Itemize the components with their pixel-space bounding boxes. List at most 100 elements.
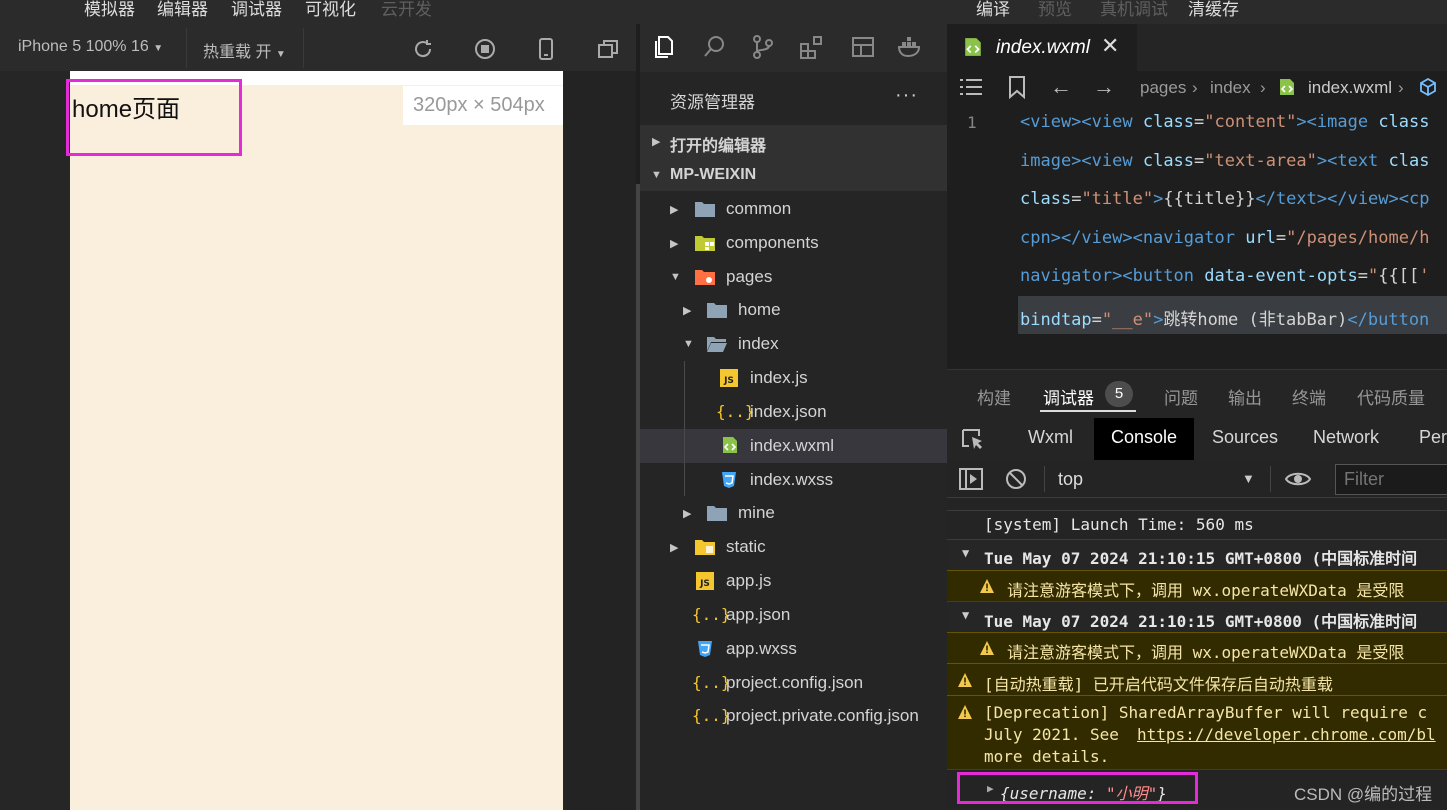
active-tab-indicator — [1040, 410, 1136, 412]
tab-network[interactable]: Network — [1313, 427, 1379, 448]
chevron-down-icon: ▼ — [670, 271, 681, 283]
explorer-files-icon[interactable] — [652, 34, 678, 60]
back-arrow-icon[interactable]: ← — [1050, 74, 1072, 100]
tab-code-quality[interactable]: 代码质量 — [1357, 384, 1425, 409]
device-select-label: iPhone 5 100% 16 — [18, 38, 149, 55]
refresh-icon[interactable] — [411, 37, 435, 61]
folder-open-icon — [707, 337, 727, 352]
chevron-right-icon: ▶ — [683, 305, 692, 317]
console-message: July 2021. See — [984, 725, 1119, 744]
viewport-size-label: 320px × 504px — [403, 86, 563, 125]
console-message: 请注意游客模式下，调用 wx.operateWXData 是受限 — [1007, 581, 1405, 600]
menu-debugger[interactable]: 调试器 — [231, 0, 282, 20]
tree-item-label: mine — [738, 503, 775, 522]
phone-icon[interactable] — [534, 37, 558, 61]
device-select[interactable]: iPhone 5 100% 16 ▼ — [18, 38, 163, 56]
close-icon[interactable]: ✕ — [1101, 33, 1119, 59]
source-control-icon[interactable] — [750, 34, 776, 60]
menu-clear-cache[interactable]: 清缓存 — [1188, 0, 1239, 20]
chevron-right-icon: ▶ — [652, 136, 661, 148]
chevron-right-icon: › — [1398, 78, 1404, 97]
menu-compile[interactable]: 编译 — [976, 0, 1010, 20]
console-group-row[interactable]: ▼ Tue May 07 2024 21:10:15 GMT+0800 (中国标… — [947, 601, 1447, 632]
simulator-screen[interactable] — [70, 71, 563, 810]
tree-indent-guide — [684, 361, 685, 496]
stop-icon[interactable] — [473, 37, 497, 61]
highlight-box — [957, 772, 1198, 804]
extensions-icon[interactable] — [799, 34, 825, 60]
chevron-down-icon: ▼ — [962, 608, 970, 622]
console-row: [system] Launch Time: 560 ms — [947, 510, 1447, 539]
breadcrumb-item[interactable]: index — [1210, 78, 1251, 98]
code-line: class="title">{{title}}</text></view><cp — [1020, 189, 1430, 209]
tree-item-label: common — [726, 199, 792, 218]
eye-icon[interactable] — [1284, 469, 1312, 489]
console-message: 请注意游客模式下，调用 wx.operateWXData 是受限 — [1007, 643, 1405, 662]
tree-item-label: index.js — [750, 368, 808, 387]
menu-cloud-dev[interactable]: 云开发 — [381, 0, 432, 20]
menu-remote-debug[interactable]: 真机调试 — [1100, 0, 1168, 20]
json-file-icon: {..} — [692, 605, 731, 624]
tab-debugger[interactable]: 调试器 — [1043, 384, 1094, 409]
sidebar-toggle-icon[interactable] — [959, 468, 983, 490]
tree-item-label: app.json — [726, 605, 791, 624]
tab-console[interactable]: Console — [1111, 427, 1177, 448]
chevron-down-icon: ▼ — [275, 49, 286, 60]
layout-icon[interactable] — [850, 34, 876, 60]
docker-icon[interactable] — [897, 34, 923, 60]
folder-icon — [695, 202, 715, 217]
search-icon[interactable] — [702, 34, 728, 60]
debugger-count-badge: 5 — [1105, 381, 1133, 407]
tree-item-label: app.wxss — [726, 639, 797, 658]
context-select[interactable]: top — [1058, 469, 1083, 490]
tree-item-label: index.wxml — [750, 436, 835, 455]
tab-build[interactable]: 构建 — [977, 384, 1011, 409]
chevron-down-icon: ▼ — [153, 43, 164, 54]
static-folder-icon — [695, 540, 715, 555]
menu-editor[interactable]: 编辑器 — [157, 0, 208, 20]
tree-item-label: index — [738, 334, 779, 353]
forward-arrow-icon[interactable]: → — [1093, 74, 1115, 100]
symbol-cube-icon — [1420, 77, 1436, 97]
hot-reload-toggle[interactable]: 热重载 开 ▼ — [203, 38, 286, 62]
console-warning-row: [自动热重载] 已开启代码文件保存后自动热重载 — [947, 663, 1447, 695]
console-filter-input[interactable] — [1335, 464, 1447, 495]
tree-item-label: project.config.json — [726, 673, 864, 692]
tab-problems[interactable]: 问题 — [1164, 384, 1198, 409]
console-message: [system] Launch Time: 560 ms — [984, 515, 1254, 534]
code-line: <view><view class="content"><image class — [1020, 112, 1430, 132]
outline-list-icon[interactable] — [959, 77, 983, 97]
console-warning-row: [Deprecation] SharedArrayBuffer will req… — [947, 695, 1447, 769]
tab-terminal[interactable]: 终端 — [1292, 384, 1326, 409]
menu-simulator[interactable]: 模拟器 — [84, 0, 135, 20]
tree-item-label: pages — [726, 267, 773, 286]
detach-window-icon[interactable] — [596, 37, 620, 61]
css-file-icon — [698, 641, 712, 657]
tab-wxml[interactable]: Wxml — [1028, 427, 1073, 448]
bookmark-icon[interactable] — [1007, 75, 1027, 99]
chevron-right-icon: ▶ — [670, 204, 679, 216]
clear-console-icon[interactable] — [1004, 467, 1028, 491]
json-file-icon: {..} — [692, 706, 731, 725]
explorer-scrollbar[interactable] — [636, 184, 640, 810]
tab-sources[interactable]: Sources — [1212, 427, 1278, 448]
breadcrumb-item[interactable]: pages — [1140, 78, 1186, 98]
json-file-icon: {..} — [716, 402, 755, 421]
code-line: bindtap="__e">跳转home (非tabBar)</button — [1020, 310, 1430, 330]
menu-preview[interactable]: 预览 — [1038, 0, 1072, 20]
editor-tab-label: index.wxml — [996, 37, 1090, 58]
more-actions-icon[interactable]: ··· — [895, 84, 918, 107]
chevron-down-icon: ▼ — [651, 169, 662, 181]
tab-performance[interactable]: Perf — [1419, 427, 1447, 448]
svg-text:JS: JS — [699, 579, 710, 589]
js-file-icon: JS — [720, 369, 738, 387]
console-group-title: Tue May 07 2024 21:10:15 GMT+0800 (中国标准时… — [984, 549, 1418, 568]
inspect-element-icon[interactable] — [961, 428, 985, 450]
console-link[interactable]: https://developer.chrome.com/bl — [1137, 725, 1436, 744]
tab-output[interactable]: 输出 — [1228, 384, 1262, 409]
open-editors-label: 打开的编辑器 — [670, 138, 767, 155]
menu-visual[interactable]: 可视化 — [305, 0, 356, 20]
chevron-right-icon: › — [1260, 78, 1266, 97]
breadcrumb-item[interactable]: index.wxml — [1308, 78, 1392, 98]
console-group-row[interactable]: ▼ Tue May 07 2024 21:10:15 GMT+0800 (中国标… — [947, 539, 1447, 570]
